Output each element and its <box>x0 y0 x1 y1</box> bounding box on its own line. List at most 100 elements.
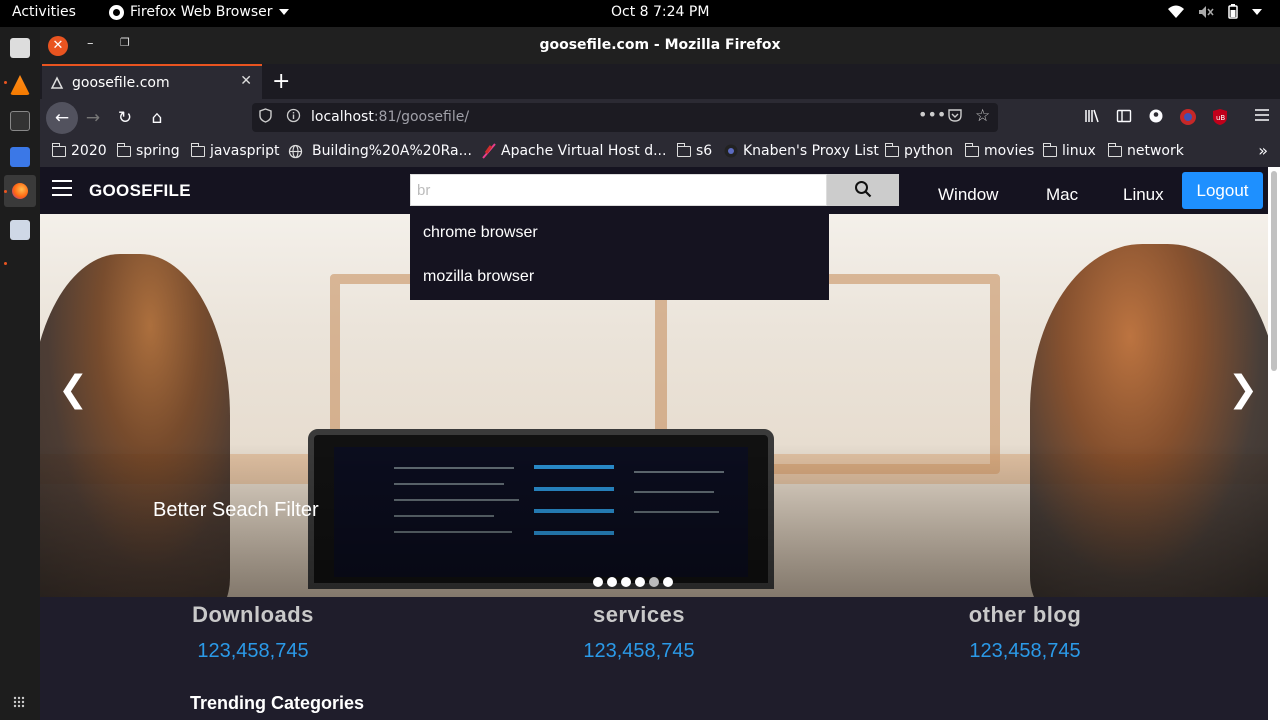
site-icon <box>724 144 738 158</box>
tab-goosefile[interactable]: goosefile.com ✕ <box>42 64 262 99</box>
trending-categories-heading: Trending Categories <box>190 693 365 713</box>
stat-value: 123,458,745 <box>197 640 309 662</box>
vlc-icon[interactable] <box>10 75 30 95</box>
stat-downloads: Downloads 123,458,745 <box>133 602 373 663</box>
vpn-extension-icon[interactable] <box>1179 108 1197 126</box>
close-tab-icon[interactable]: ✕ <box>240 73 252 89</box>
library-icon[interactable] <box>1084 108 1100 124</box>
folder-icon <box>52 142 66 157</box>
system-top-bar: Activities Firefox Web Browser Oct 8 7:2… <box>0 0 1280 27</box>
system-tray[interactable] <box>1168 4 1262 19</box>
running-indicator <box>4 81 7 84</box>
app-grid-icon[interactable] <box>13 696 25 708</box>
account-icon[interactable] <box>1148 108 1164 124</box>
stat-value: 123,458,745 <box>969 640 1081 662</box>
window-title: goosefile.com - Mozilla Firefox <box>539 37 781 53</box>
clock[interactable]: Oct 8 7:24 PM <box>611 4 709 20</box>
text-editor-icon[interactable] <box>10 147 30 167</box>
chevron-down-icon <box>278 9 289 15</box>
document-viewer-icon[interactable] <box>10 220 30 240</box>
folder-icon <box>191 142 205 157</box>
stat-label: Downloads <box>192 602 314 627</box>
carousel-dot[interactable] <box>635 577 645 587</box>
bookmark-javaspript[interactable]: javaspript <box>191 142 280 159</box>
tab-label: goosefile.com <box>72 74 170 91</box>
bookmark-apache-virtual-host[interactable]: Apache Virtual Host d... <box>482 143 666 159</box>
files-icon[interactable] <box>10 38 30 58</box>
site-brand[interactable]: GOOSEFILE <box>89 181 191 201</box>
favicon-icon <box>50 75 64 89</box>
reload-button[interactable]: ↻ <box>112 105 138 131</box>
folder-icon <box>885 142 899 157</box>
chevron-down-icon <box>1252 8 1262 15</box>
more-bookmarks-icon[interactable]: » <box>1258 141 1268 160</box>
new-tab-button[interactable]: + <box>272 69 290 94</box>
carousel-dot-active[interactable] <box>649 577 659 587</box>
activities-button[interactable]: Activities <box>12 4 76 20</box>
stat-services: services 123,458,745 <box>519 602 759 663</box>
sidebar-icon[interactable] <box>1116 108 1132 124</box>
suggestion-item[interactable]: mozilla browser <box>423 268 534 286</box>
stat-value: 123,458,745 <box>583 640 695 662</box>
carousel-dot[interactable] <box>607 577 617 587</box>
bookmark-movies[interactable]: movies <box>965 142 1034 159</box>
logout-button[interactable]: Logout <box>1182 172 1263 209</box>
running-indicator <box>4 262 7 265</box>
page-actions-icon[interactable]: ••• <box>918 105 946 124</box>
stat-label: services <box>592 602 686 627</box>
search-suggestions: chrome browser mozilla browser <box>410 210 829 300</box>
app-menu-label: Firefox Web Browser <box>130 4 273 20</box>
bookmark-spring[interactable]: spring <box>117 142 180 159</box>
bookmark-building[interactable]: Building%20A%20Ra... <box>288 143 472 159</box>
globe-icon <box>288 144 303 158</box>
svg-text:uB: uB <box>1216 114 1225 122</box>
nav-link-mac[interactable]: Mac <box>1046 185 1078 205</box>
app-menu[interactable]: Firefox Web Browser <box>109 4 289 20</box>
bookmark-s6[interactable]: s6 <box>677 142 712 159</box>
dock <box>0 27 40 720</box>
nav-link-window[interactable]: Window <box>938 185 998 205</box>
hamburger-menu-icon[interactable] <box>52 180 72 201</box>
folder-icon <box>117 142 131 157</box>
menu-icon[interactable] <box>1254 108 1270 122</box>
carousel-prev-button[interactable]: ❮ <box>58 369 88 410</box>
carousel-dot[interactable] <box>663 577 673 587</box>
battery-icon <box>1228 4 1238 19</box>
forward-button[interactable]: → <box>80 105 106 131</box>
carousel-indicators <box>593 577 673 587</box>
carousel-dot[interactable] <box>621 577 631 587</box>
wifi-icon <box>1168 5 1184 18</box>
ublock-icon[interactable]: uB <box>1212 108 1228 126</box>
url-bar[interactable]: localhost:81/goosefile/ ••• ☆ <box>252 103 998 132</box>
volume-muted-icon <box>1199 5 1214 18</box>
search-input[interactable] <box>410 174 827 206</box>
bookmarks-toolbar: 2020 spring javaspript Building%20A%20Ra… <box>40 137 1280 167</box>
carousel-caption: Better Seach Filter <box>153 499 319 521</box>
bookmark-linux[interactable]: linux <box>1043 142 1096 159</box>
carousel-dot[interactable] <box>593 577 603 587</box>
info-icon[interactable] <box>286 108 301 123</box>
bookmark-star-icon[interactable]: ☆ <box>975 106 990 126</box>
firefox-dock-icon[interactable] <box>4 175 36 207</box>
bookmark-python[interactable]: python <box>885 142 953 159</box>
back-button[interactable]: ← <box>46 102 78 134</box>
shield-icon[interactable] <box>259 108 272 123</box>
terminal-icon[interactable] <box>10 111 30 131</box>
web-page: Better Seach Filter ❮ ❯ GOOSEFILE Window… <box>40 167 1268 720</box>
carousel-next-button[interactable]: ❯ <box>1228 369 1258 410</box>
nav-link-linux[interactable]: Linux <box>1123 185 1164 205</box>
bookmark-network[interactable]: network <box>1108 142 1184 159</box>
bookmark-2020[interactable]: 2020 <box>52 142 107 159</box>
feather-icon <box>482 143 496 159</box>
site-navbar: GOOSEFILE Window Mac Linux Logout <box>40 167 1268 214</box>
window-titlebar[interactable]: ✕ – ❐ goosefile.com - Mozilla Firefox <box>40 27 1280 64</box>
home-button[interactable]: ⌂ <box>144 105 170 131</box>
search-icon <box>855 180 872 197</box>
bookmark-knaben-proxy-list[interactable]: Knaben's Proxy List <box>724 143 879 159</box>
suggestion-item[interactable]: chrome browser <box>423 224 538 242</box>
pocket-icon[interactable] <box>947 108 963 123</box>
folder-icon <box>965 142 979 157</box>
search-button[interactable] <box>827 174 899 206</box>
page-scrollbar-thumb[interactable] <box>1271 171 1277 371</box>
stat-label: other blog <box>968 602 1082 627</box>
